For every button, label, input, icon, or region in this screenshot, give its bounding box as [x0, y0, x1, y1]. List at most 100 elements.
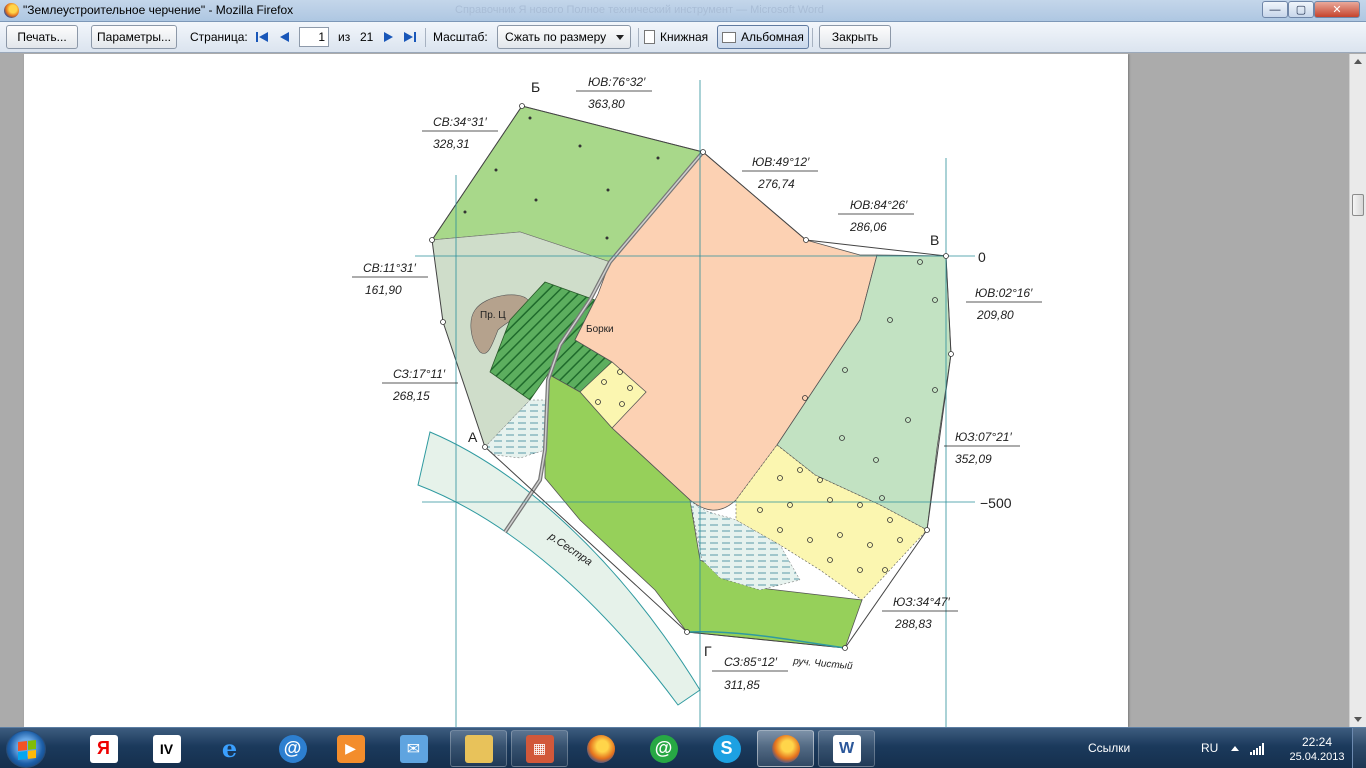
page-of-label: из — [338, 30, 351, 44]
print-button[interactable]: Печать... — [6, 25, 78, 49]
bearing-dir: ЮВ:84°26′ — [850, 198, 908, 212]
bearing-dir: СЗ:17°11′ — [393, 367, 446, 381]
close-window-button[interactable]: ✕ — [1314, 1, 1360, 18]
scale-select-value: Сжать по размеру — [505, 30, 607, 44]
land-map: Б В А Г 0 −500 Борки Пр. Ц р.Сестра руч.… — [352, 75, 1042, 727]
preview-area[interactable]: Б В А Г 0 −500 Борки Пр. Ц р.Сестра руч.… — [0, 54, 1349, 727]
background-window-title: Справочник Я нового Полное технический и… — [455, 4, 824, 16]
window-titlebar: "Землеустроительное черчение" - Mozilla … — [0, 0, 1366, 22]
point-g-label: Г — [704, 643, 712, 659]
close-preview-button[interactable]: Закрыть — [819, 25, 891, 49]
firefox-icon — [771, 734, 800, 763]
network-icon[interactable] — [1250, 741, 1266, 755]
clock-time[interactable]: 22:24 — [1286, 735, 1348, 749]
firefox-icon — [586, 734, 615, 763]
bearing-dist: 311,85 — [724, 678, 760, 692]
page-label: Страница: — [190, 30, 248, 44]
bearing-dist: 352,09 — [955, 452, 992, 466]
taskbar: Я IV e @ ▶ ✉ ▦ @ S W Ссылки RU 22:24 25.… — [0, 727, 1366, 768]
scroll-thumb[interactable] — [1352, 194, 1364, 216]
explorer-icon — [464, 734, 493, 763]
bearing-dir: ЮВ:76°32′ — [588, 75, 646, 89]
minimize-button[interactable]: — — [1262, 1, 1288, 18]
scroll-down-icon[interactable] — [1354, 717, 1362, 722]
toolbar-separator — [812, 28, 813, 47]
point-a-label: А — [468, 429, 478, 445]
yandex-icon: Я — [89, 734, 118, 763]
bearing-dir: ЮВ:02°16′ — [975, 286, 1033, 300]
bearing-dist: 328,31 — [433, 137, 470, 151]
media-icon: ▶ — [336, 734, 365, 763]
landscape-label: Альбомная — [741, 30, 804, 44]
skype-icon: S — [712, 734, 741, 763]
bearing-dist: 363,80 — [588, 97, 625, 111]
iv-icon: IV — [152, 734, 181, 763]
taskbar-explorer[interactable] — [450, 730, 507, 767]
taskbar-agent[interactable]: @ — [635, 730, 692, 767]
mail-at-icon: @ — [278, 734, 307, 763]
start-button[interactable] — [6, 730, 46, 768]
bearing-dir: СВ:11°31′ — [363, 261, 417, 275]
taskbar-word[interactable]: W — [818, 730, 875, 767]
show-desktop-button[interactable] — [1352, 728, 1366, 768]
taskbar-mail-at[interactable]: @ — [264, 730, 321, 767]
scale-select[interactable]: Сжать по размеру — [497, 25, 631, 49]
next-page-icon[interactable] — [382, 30, 396, 44]
bearing-dir: СЗ:85°12′ — [724, 655, 778, 669]
portrait-page-icon — [644, 30, 655, 44]
maximize-button[interactable]: ▢ — [1288, 1, 1314, 18]
toolbar-separator — [425, 28, 426, 47]
chevron-down-icon — [616, 35, 624, 40]
taskbar-yandex[interactable]: Я — [75, 730, 132, 767]
first-page-icon[interactable] — [255, 30, 269, 44]
print-preview-toolbar: Печать... Параметры... Страница: из 21 М… — [0, 22, 1366, 53]
vertical-scrollbar[interactable] — [1349, 54, 1366, 727]
links-toolbar[interactable]: Ссылки — [1088, 741, 1130, 755]
agent-icon: @ — [649, 734, 678, 763]
windows-logo-icon — [18, 740, 36, 760]
bearing-dir: ЮЗ:07°21′ — [955, 430, 1012, 444]
bearing-dist: 161,90 — [365, 283, 402, 297]
bearing-dist: 286,06 — [849, 220, 887, 234]
taskbar-media[interactable]: ▶ — [322, 730, 379, 767]
previous-page-icon[interactable] — [277, 30, 291, 44]
landscape-button[interactable]: Альбомная — [717, 25, 809, 49]
photo-icon: ▦ — [525, 734, 554, 763]
show-hidden-icons-icon[interactable] — [1231, 746, 1239, 751]
bearing-dir: ЮЗ:34°47′ — [893, 595, 950, 609]
taskbar-skype[interactable]: S — [698, 730, 755, 767]
word-icon: W — [832, 734, 861, 763]
bearing-dist: 268,15 — [392, 389, 430, 403]
stream-label: руч. Чистый — [792, 656, 854, 672]
portrait-label: Книжная — [660, 30, 709, 44]
grid-label-minus500: −500 — [980, 495, 1012, 511]
taskbar-firefox-active[interactable] — [757, 730, 814, 767]
page-total: 21 — [360, 30, 374, 44]
scroll-up-icon[interactable] — [1354, 59, 1362, 64]
village-borki-label: Борки — [586, 324, 614, 335]
bearing-dir: ЮВ:49°12′ — [752, 155, 810, 169]
taskbar-irfanview[interactable]: IV — [138, 730, 195, 767]
point-b-label: Б — [531, 79, 540, 95]
bearing-dist: 209,80 — [976, 308, 1014, 322]
point-v-label: В — [930, 232, 939, 248]
bearing-dir: СВ:34°31′ — [433, 115, 487, 129]
taskbar-ie[interactable]: e — [201, 730, 258, 767]
mail-icon: ✉ — [399, 734, 428, 763]
portrait-button[interactable]: Книжная — [640, 25, 712, 49]
bearing-dist: 276,74 — [757, 177, 795, 191]
page-number-input[interactable] — [299, 27, 329, 47]
ie-icon: e — [221, 734, 238, 763]
pond-label: Пр. Ц — [480, 310, 506, 321]
taskbar-mail[interactable]: ✉ — [385, 730, 442, 767]
last-page-icon[interactable] — [403, 30, 417, 44]
bearing-dist: 288,83 — [894, 617, 932, 631]
taskbar-firefox[interactable] — [572, 730, 629, 767]
taskbar-photo[interactable]: ▦ — [511, 730, 568, 767]
language-indicator[interactable]: RU — [1201, 741, 1218, 755]
page-setup-button[interactable]: Параметры... — [91, 25, 177, 49]
firefox-icon — [4, 3, 19, 18]
clock-date[interactable]: 25.04.2013 — [1286, 751, 1348, 763]
scale-label: Масштаб: — [433, 30, 488, 44]
document-page: Б В А Г 0 −500 Борки Пр. Ц р.Сестра руч.… — [24, 54, 1128, 727]
